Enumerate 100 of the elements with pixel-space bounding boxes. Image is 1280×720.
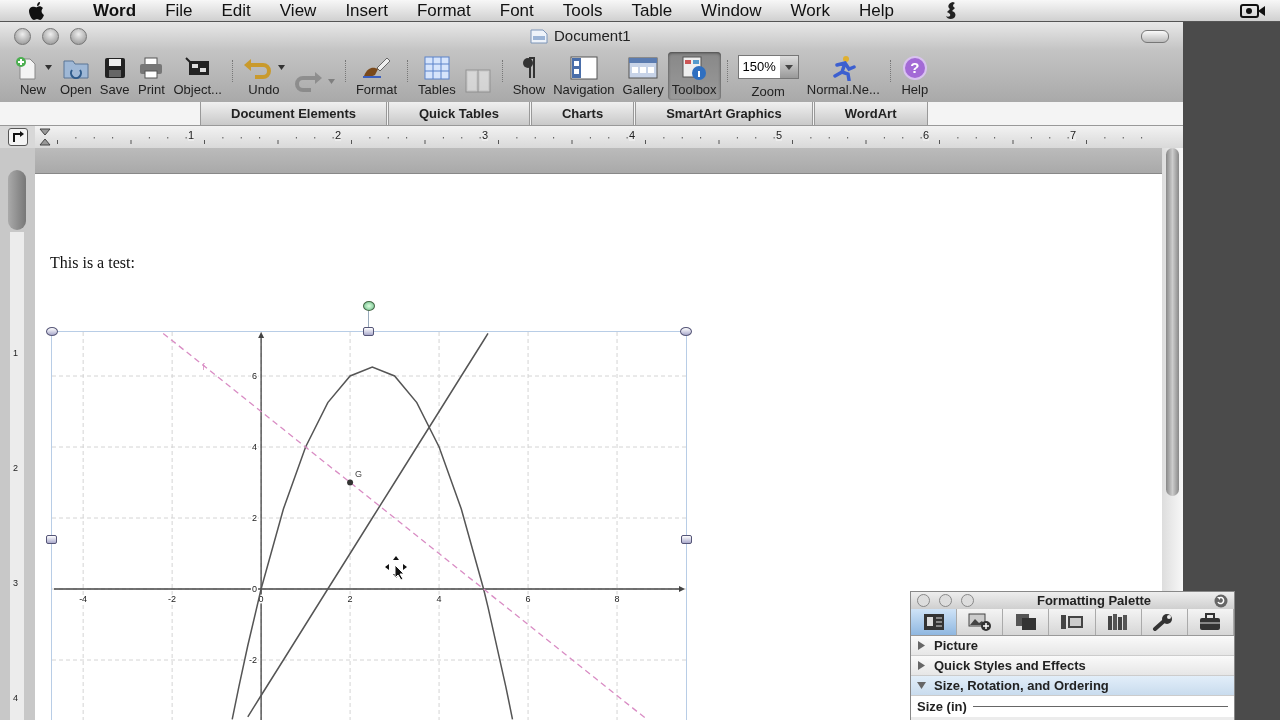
ruler-number: 2 bbox=[13, 463, 18, 473]
toolbar-button[interactable]: Show bbox=[508, 52, 550, 100]
point-label: G bbox=[355, 468, 363, 479]
ribbon-tab[interactable]: WordArt bbox=[813, 102, 928, 125]
toolbar-button[interactable]: Tables bbox=[414, 52, 460, 100]
menu-item[interactable]: View bbox=[279, 0, 317, 21]
text-box-icon bbox=[922, 613, 945, 631]
group-label: Size (in) bbox=[917, 699, 967, 714]
toolbar-label: Zoom bbox=[751, 85, 785, 99]
toolbar-button[interactable]: Save bbox=[95, 52, 134, 100]
toolbar-button[interactable]: Toolbox bbox=[667, 52, 721, 100]
toolbar-button[interactable]: Object... bbox=[169, 52, 226, 100]
window-control[interactable] bbox=[42, 27, 59, 45]
menu-item[interactable]: Format bbox=[416, 0, 471, 21]
window-control[interactable] bbox=[14, 27, 31, 45]
window-title: Document1 bbox=[554, 27, 631, 44]
tick-label: 6 bbox=[525, 594, 531, 604]
toolbar-button[interactable]: New bbox=[10, 52, 56, 100]
toolbar-toggle-button[interactable] bbox=[1141, 29, 1169, 43]
ruler-number: 4 bbox=[13, 693, 18, 703]
tick-label: 6 bbox=[252, 371, 258, 381]
undo-icon bbox=[242, 56, 273, 79]
ruler-number: 1 bbox=[13, 348, 18, 358]
ruler-number: 6 bbox=[923, 129, 930, 141]
resize-handle[interactable] bbox=[680, 327, 692, 336]
menu-item[interactable]: Help bbox=[858, 0, 894, 21]
tick-label: 4 bbox=[252, 442, 258, 452]
palette-section[interactable]: Size, Rotation, and Ordering bbox=[911, 676, 1234, 696]
margin-marker[interactable] bbox=[8, 170, 26, 230]
zoom-field[interactable]: 150% bbox=[737, 55, 799, 79]
apple-icon[interactable] bbox=[28, 0, 46, 21]
rotation-handle[interactable] bbox=[363, 301, 375, 311]
palette-title: Formatting Palette bbox=[1035, 593, 1153, 608]
table-icon bbox=[423, 55, 450, 80]
tick-label: -4 bbox=[79, 594, 88, 604]
palette-section[interactable]: Quick Styles and Effects bbox=[911, 656, 1234, 676]
gallery-icon bbox=[628, 56, 659, 79]
window-control[interactable] bbox=[939, 594, 952, 607]
window-control[interactable] bbox=[961, 594, 974, 607]
move-cursor-icon bbox=[385, 556, 407, 581]
tab-stop-icon bbox=[11, 131, 25, 143]
menu-item[interactable]: Tools bbox=[562, 0, 603, 21]
scroll-thumb[interactable] bbox=[1166, 148, 1179, 496]
document-icon bbox=[528, 27, 550, 44]
columns-icon bbox=[464, 69, 491, 93]
ruler-number: 3 bbox=[13, 578, 18, 588]
tick-label: -2 bbox=[249, 655, 258, 665]
toolbar-button[interactable]: ? Help bbox=[896, 52, 933, 100]
sidebar-icon bbox=[569, 55, 598, 80]
paintbrush-icon bbox=[361, 55, 392, 80]
ribbon-tab[interactable]: Quick Tables bbox=[388, 102, 530, 125]
toolbar-button[interactable]: Gallery bbox=[618, 52, 668, 100]
tick-label: 0 bbox=[252, 584, 258, 594]
pilcrow-icon bbox=[520, 56, 537, 79]
window-control[interactable] bbox=[70, 27, 87, 45]
tab-selector[interactable] bbox=[8, 128, 28, 146]
paragraph: This is a test: bbox=[50, 254, 136, 272]
menu-item[interactable]: File bbox=[165, 0, 193, 21]
toolbar-button[interactable]: Undo bbox=[238, 52, 289, 100]
copies-icon bbox=[1013, 613, 1038, 631]
ribbon-tab[interactable]: Document Elements bbox=[200, 102, 387, 125]
indent-marker-icon[interactable] bbox=[39, 128, 51, 146]
tick-label: 2 bbox=[252, 513, 258, 523]
resize-handle[interactable] bbox=[681, 535, 692, 544]
toolbar-button[interactable]: Print bbox=[133, 52, 170, 100]
triangle-down-icon bbox=[917, 681, 926, 690]
palette-tab[interactable] bbox=[911, 609, 958, 635]
ribbon-tab[interactable]: SmartArt Graphics bbox=[635, 102, 813, 125]
triangle-right-icon bbox=[917, 661, 926, 670]
toolbox-icon bbox=[681, 54, 708, 81]
triangle-right-icon bbox=[917, 641, 926, 650]
toolbar-button[interactable]: Navigation bbox=[549, 52, 619, 100]
ruler-number: 3 bbox=[482, 129, 489, 141]
refresh-icon[interactable] bbox=[1214, 593, 1228, 608]
ruler-number: 5 bbox=[776, 129, 783, 141]
toolbar-button[interactable]: Open bbox=[56, 52, 96, 100]
video-camera-icon[interactable] bbox=[1240, 2, 1266, 19]
menu-item[interactable]: Insert bbox=[345, 0, 388, 21]
palette-section[interactable]: Picture bbox=[911, 636, 1234, 656]
resize-handle[interactable] bbox=[46, 327, 58, 336]
menu-item[interactable]: Font bbox=[499, 0, 534, 21]
caret-icon bbox=[784, 64, 793, 70]
ruler-number: 1 bbox=[188, 129, 195, 141]
toolbar-button[interactable]: Format bbox=[351, 52, 402, 100]
menu-item[interactable]: Edit bbox=[221, 0, 251, 21]
media-icon bbox=[1060, 613, 1084, 631]
menu-item[interactable]: Word bbox=[93, 0, 137, 21]
menu-item[interactable]: Work bbox=[790, 0, 830, 21]
ribbon-tab[interactable]: Charts bbox=[530, 102, 635, 125]
tick-label: 8 bbox=[614, 594, 620, 604]
redo-icon bbox=[292, 70, 323, 92]
resize-handle[interactable] bbox=[46, 535, 57, 544]
menu-item[interactable]: Window bbox=[701, 0, 762, 21]
toolbar-button[interactable]: Normal.Ne... bbox=[802, 52, 884, 100]
point bbox=[347, 479, 354, 486]
menu-item[interactable]: Table bbox=[631, 0, 673, 21]
resize-handle[interactable] bbox=[363, 327, 374, 336]
picture-add-icon bbox=[967, 613, 992, 631]
window-control[interactable] bbox=[917, 594, 930, 607]
tick-label: 2 bbox=[347, 594, 353, 604]
